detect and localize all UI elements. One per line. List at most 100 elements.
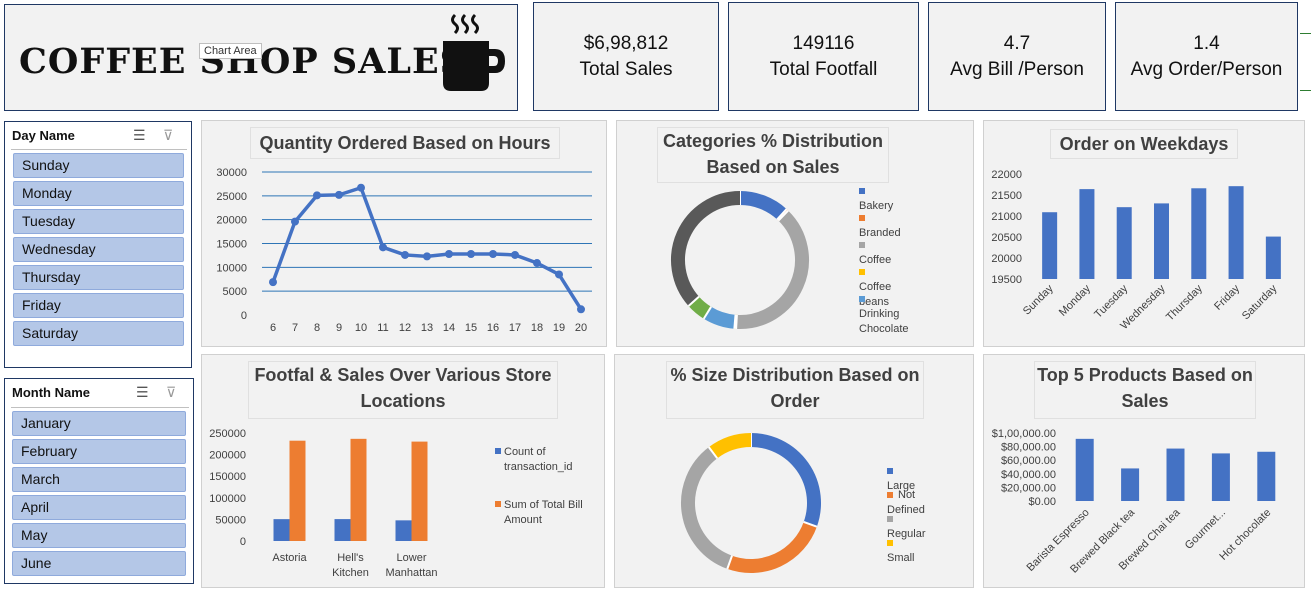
donut-slice bbox=[739, 191, 787, 220]
legend-swatch bbox=[495, 448, 501, 454]
slicer-title: Day Name bbox=[12, 128, 75, 143]
slicer-item-sunday[interactable]: Sunday bbox=[13, 153, 184, 178]
kpi-value: 149116 bbox=[792, 32, 855, 54]
legend-label: transaction_id bbox=[504, 461, 573, 473]
x-tick-label: Lower bbox=[397, 552, 427, 564]
slicer-divider bbox=[11, 149, 187, 150]
store-locations-chart[interactable]: Footfal & Sales Over Various Store Locat… bbox=[201, 354, 605, 588]
slicer-item-january[interactable]: January bbox=[12, 411, 186, 436]
slicer-item-wednesday[interactable]: Wednesday bbox=[13, 237, 184, 262]
data-point bbox=[489, 249, 497, 258]
legend-swatch bbox=[859, 296, 865, 303]
bar bbox=[1257, 451, 1276, 501]
y-tick-label: 150000 bbox=[209, 471, 246, 483]
kpi-avg-order: 1.4 Avg Order/Person bbox=[1115, 2, 1298, 111]
slicer-item-monday[interactable]: Monday bbox=[13, 181, 184, 206]
x-tick-label: 11 bbox=[377, 322, 388, 334]
slicer-item-tuesday[interactable]: Tuesday bbox=[13, 209, 184, 234]
month-name-slicer[interactable]: Month Name ☰ ⊽ January February March Ap… bbox=[4, 378, 194, 584]
data-point bbox=[335, 190, 343, 199]
bar bbox=[1191, 188, 1207, 279]
y-tick-label: 50000 bbox=[215, 514, 246, 526]
kpi-value: 4.7 bbox=[1003, 32, 1031, 54]
slicer-item-saturday[interactable]: Saturday bbox=[13, 321, 184, 346]
legend-swatch bbox=[859, 188, 865, 195]
y-tick-label: $20,000.00 bbox=[1001, 482, 1056, 494]
category-distribution-chart[interactable]: Categories % Distribution Based on Sales… bbox=[616, 120, 974, 347]
donut-slice bbox=[681, 447, 733, 569]
x-tick-label: Monday bbox=[1057, 282, 1094, 319]
bar bbox=[273, 519, 290, 541]
legend-swatch bbox=[887, 516, 893, 523]
slicer-item-june[interactable]: June bbox=[12, 551, 186, 576]
weekday-orders-chart[interactable]: Order on Weekdays 19500 20000 20500 21000 21… bbox=[983, 120, 1305, 347]
donut-slice bbox=[671, 191, 741, 306]
clear-filter-icon[interactable]: ⊽ bbox=[163, 127, 173, 144]
bar bbox=[1042, 212, 1058, 279]
slice-separator bbox=[733, 314, 737, 329]
slicer-title: Month Name bbox=[12, 385, 90, 400]
legend-label: Small bbox=[887, 552, 915, 564]
header-title-box: COFFEE SHOP SALES Chart Area bbox=[4, 4, 518, 111]
top-products-chart[interactable]: Top 5 Products Based on Sales $0.00 $20,0… bbox=[983, 354, 1305, 588]
y-tick-label: 30000 bbox=[216, 167, 247, 179]
slicer-item-may[interactable]: May bbox=[12, 523, 186, 548]
donut-slice bbox=[750, 433, 821, 527]
y-tick-label: 0 bbox=[240, 536, 246, 548]
data-point bbox=[533, 259, 541, 268]
bar bbox=[395, 520, 412, 541]
x-tick-label: 14 bbox=[443, 322, 455, 334]
kpi-value: $6,98,812 bbox=[583, 32, 669, 54]
kpi-label: Total Footfall bbox=[769, 58, 878, 80]
bar bbox=[1121, 468, 1140, 501]
slicer-item-friday[interactable]: Friday bbox=[13, 293, 184, 318]
legend-swatch bbox=[859, 242, 865, 249]
y-tick-label: 5000 bbox=[223, 286, 247, 298]
x-tick-label: 8 bbox=[314, 322, 320, 334]
x-tick-label: 17 bbox=[509, 322, 521, 334]
day-name-slicer[interactable]: Day Name ☰ ⊽ Sunday Monday Tuesday Wedne… bbox=[4, 121, 192, 368]
donut-slice bbox=[727, 521, 817, 573]
kpi-total-sales: $6,98,812 Total Sales bbox=[533, 2, 719, 111]
x-tick-label: Sunday bbox=[1021, 282, 1056, 317]
x-tick-label: 13 bbox=[421, 322, 433, 334]
y-tick-label: $1,00,000.00 bbox=[992, 428, 1056, 440]
x-tick-label: 19 bbox=[553, 322, 565, 334]
legend-swatch bbox=[887, 492, 893, 499]
x-tick-label: Kitchen bbox=[332, 567, 369, 579]
x-tick-label: 6 bbox=[270, 322, 276, 334]
slicer-item-march[interactable]: March bbox=[12, 467, 186, 492]
size-distribution-chart[interactable]: % Size Distribution Based on Order Large… bbox=[614, 354, 974, 588]
slicer-item-thursday[interactable]: Thursday bbox=[13, 265, 184, 290]
size-donut-svg bbox=[681, 433, 821, 573]
data-point bbox=[555, 270, 563, 279]
divider bbox=[1300, 90, 1311, 91]
bar bbox=[1116, 207, 1132, 279]
slicer-item-february[interactable]: February bbox=[12, 439, 186, 464]
y-tick-label: 10000 bbox=[216, 262, 247, 274]
data-point bbox=[357, 183, 365, 192]
y-tick-label: 19500 bbox=[991, 274, 1022, 286]
bar bbox=[1075, 438, 1094, 501]
kpi-label: Total Sales bbox=[579, 58, 673, 80]
hourly-quantity-chart[interactable]: Quantity Ordered Based on Hours 0 5000 100… bbox=[201, 120, 607, 347]
y-tick-label: 20500 bbox=[991, 232, 1022, 244]
bar bbox=[289, 440, 306, 541]
legend-entry: Small bbox=[887, 536, 915, 566]
y-tick-label: 21000 bbox=[991, 211, 1022, 223]
store-bar-svg: 0 50000 100000 150000 200000 250000 Astoria Hel… bbox=[209, 428, 582, 579]
legend-entry: Bakery bbox=[859, 184, 893, 214]
clear-filter-icon[interactable]: ⊽ bbox=[166, 384, 176, 401]
multi-select-icon[interactable]: ☰ bbox=[136, 384, 149, 401]
multi-select-icon[interactable]: ☰ bbox=[133, 127, 146, 144]
legend-swatch bbox=[859, 269, 865, 276]
donut-slice bbox=[708, 433, 752, 459]
data-point bbox=[511, 250, 519, 259]
data-point bbox=[269, 278, 277, 287]
y-tick-label: $40,000.00 bbox=[1001, 469, 1056, 481]
data-point bbox=[291, 217, 299, 226]
y-tick-label: $60,000.00 bbox=[1001, 455, 1056, 467]
divider bbox=[1300, 33, 1311, 34]
slicer-item-april[interactable]: April bbox=[12, 495, 186, 520]
x-tick-label: Astoria bbox=[272, 552, 307, 564]
